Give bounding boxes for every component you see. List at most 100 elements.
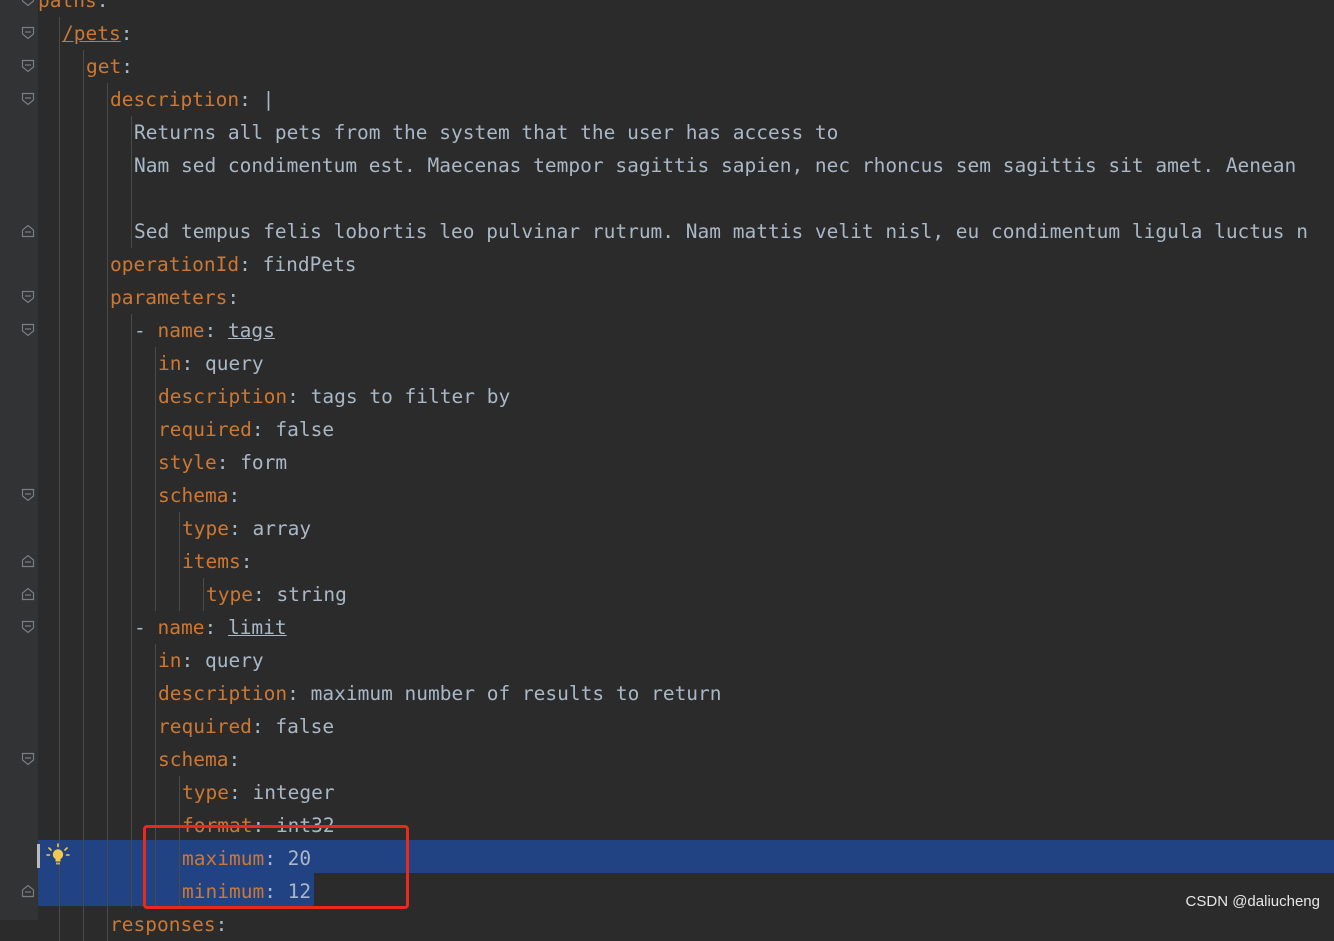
indent-guide (107, 215, 108, 248)
code-line[interactable]: required: false (38, 413, 1334, 446)
indent-guide (59, 545, 60, 578)
code-text: description: | (110, 83, 274, 116)
yaml-punctuation: : (96, 0, 109, 12)
yaml-key: type (182, 517, 229, 540)
code-line[interactable]: description: maximum number of results t… (38, 677, 1334, 710)
fold-open-icon[interactable] (21, 0, 35, 7)
code-line[interactable] (38, 182, 1334, 215)
fold-open-icon[interactable] (21, 323, 35, 337)
code-line[interactable]: Returns all pets from the system that th… (38, 116, 1334, 149)
lightbulb-icon[interactable] (46, 843, 70, 867)
code-line[interactable]: schema: (38, 479, 1334, 512)
yaml-key: description (158, 682, 288, 705)
code-text: type: array (182, 512, 311, 545)
yaml-value: integer (252, 781, 335, 804)
yaml-key: /pets (62, 22, 121, 45)
indent-guide (59, 215, 60, 248)
indent-guide (107, 182, 108, 215)
code-text: Sed tempus felis lobortis leo pulvinar r… (134, 215, 1308, 248)
yaml-punctuation: : (227, 286, 240, 309)
code-line[interactable]: parameters: (38, 281, 1334, 314)
indent-guide (59, 149, 60, 182)
indent-guide (59, 248, 60, 281)
indent-guide (59, 512, 60, 545)
code-line[interactable]: required: false (38, 710, 1334, 743)
indent-guide (131, 215, 132, 248)
code-line[interactable]: /pets: (38, 17, 1334, 50)
indent-guide (83, 116, 84, 149)
fold-open-icon[interactable] (21, 488, 35, 502)
fold-open-icon[interactable] (21, 92, 35, 106)
yaml-key: in (158, 352, 182, 375)
indent-guide (83, 545, 84, 578)
yaml-punctuation: - (134, 319, 158, 342)
indent-guide (83, 776, 84, 809)
editor-gutter[interactable] (0, 0, 38, 920)
code-line[interactable]: paths: (38, 0, 1334, 17)
code-line[interactable]: type: array (38, 512, 1334, 545)
code-text: responses: (110, 908, 227, 941)
yaml-value: limit (227, 616, 287, 639)
indent-guide (107, 578, 108, 611)
yaml-punctuation: : (239, 253, 263, 276)
fold-open-icon[interactable] (21, 59, 35, 73)
text-caret (37, 844, 40, 868)
fold-close-icon[interactable] (21, 554, 35, 568)
yaml-punctuation: : (228, 748, 241, 771)
indent-guide (131, 677, 132, 710)
indent-guide (107, 875, 108, 908)
yaml-value: array (252, 517, 312, 540)
indent-guide (83, 281, 84, 314)
code-line[interactable]: type: string (38, 578, 1334, 611)
code-line[interactable]: Sed tempus felis lobortis leo pulvinar r… (38, 215, 1334, 248)
code-line[interactable]: in: query (38, 644, 1334, 677)
yaml-value: query (204, 352, 264, 375)
code-line[interactable]: description: tags to filter by (38, 380, 1334, 413)
indent-guide (59, 83, 60, 116)
indent-guide (131, 446, 132, 479)
code-line[interactable]: style: form (38, 446, 1334, 479)
fold-close-icon[interactable] (21, 587, 35, 601)
indent-guide (83, 644, 84, 677)
indent-guide (107, 479, 108, 512)
indent-guide (155, 479, 156, 512)
fold-open-icon[interactable] (21, 26, 35, 40)
code-line[interactable]: description: | (38, 83, 1334, 116)
code-line[interactable]: responses: (38, 908, 1334, 941)
fold-close-icon[interactable] (21, 224, 35, 238)
fold-open-icon[interactable] (21, 752, 35, 766)
yaml-punctuation: : (251, 418, 276, 441)
indent-guide (155, 644, 156, 677)
code-line[interactable]: Nam sed condimentum est. Maecenas tempor… (38, 149, 1334, 182)
yaml-key: name (157, 319, 205, 342)
yaml-punctuation: : (215, 913, 228, 936)
yaml-punctuation: : (287, 385, 311, 408)
code-line[interactable]: items: (38, 545, 1334, 578)
indent-guide (83, 809, 84, 842)
fold-close-icon[interactable] (21, 884, 35, 898)
indent-guide (83, 314, 84, 347)
code-line[interactable]: in: query (38, 347, 1334, 380)
code-line[interactable]: - name: limit (38, 611, 1334, 644)
yaml-value: findPets (262, 253, 357, 276)
indent-guide (131, 545, 132, 578)
code-line[interactable]: operationId: findPets (38, 248, 1334, 281)
code-editor[interactable]: paths:/pets: get: description: | Returns al… (38, 0, 1334, 941)
yaml-key: name (157, 616, 205, 639)
indent-guide (59, 776, 60, 809)
indent-guide (155, 413, 156, 446)
indent-guide (59, 809, 60, 842)
indent-guide (83, 149, 84, 182)
code-line[interactable]: type: integer (38, 776, 1334, 809)
indent-guide (59, 578, 60, 611)
fold-open-icon[interactable] (21, 290, 35, 304)
code-line[interactable]: get: (38, 50, 1334, 83)
code-text: parameters: (110, 281, 239, 314)
fold-open-icon[interactable] (21, 620, 35, 634)
code-line[interactable]: schema: (38, 743, 1334, 776)
indent-guide (107, 380, 108, 413)
indent-guide (155, 347, 156, 380)
indent-guide (131, 479, 132, 512)
code-line[interactable]: - name: tags (38, 314, 1334, 347)
yaml-value: tags to filter by (310, 385, 511, 408)
